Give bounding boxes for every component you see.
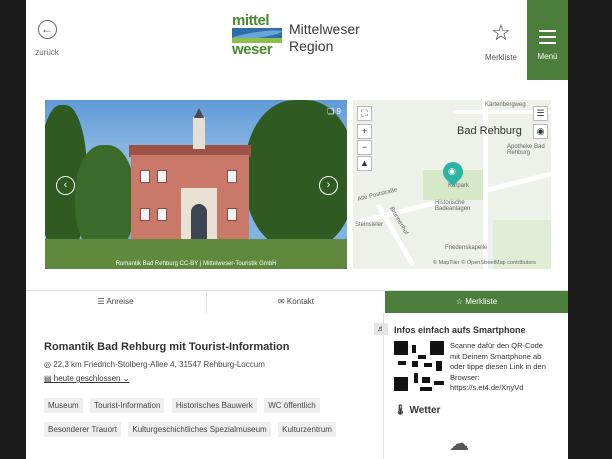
- tab-bar: ☰ Anreise ✉ Kontakt ☆ Merkliste: [26, 290, 568, 313]
- tab-merkliste[interactable]: ☆ Merkliste: [385, 291, 568, 313]
- qr-instructions: Scanne dafür den QR-Code mit Deinem Smar…: [450, 341, 546, 392]
- map[interactable]: ⛶ + − ▲ ☰ ◉ Bad Rehburg Alte Poststraße …: [353, 100, 551, 269]
- locate-button[interactable]: ◉: [533, 124, 548, 139]
- header: ← zurück mittel weser Mittelweser Region…: [26, 0, 568, 80]
- kiosk-screen: ← zurück mittel weser Mittelweser Region…: [26, 0, 568, 459]
- speaker-icon[interactable]: ♬: [374, 323, 388, 335]
- arrow-left-icon: ←: [37, 20, 57, 39]
- media-card: ‹ › ❏ 9 Romantik Bad Rehburg CC-BY | Mit…: [26, 80, 568, 290]
- tag: Tourist-Information: [90, 398, 165, 413]
- cloud-icon: ☁: [449, 433, 469, 455]
- photo-caption: Romantik Bad Rehburg CC-BY | Mittelweser…: [115, 261, 277, 267]
- zoom-out-button[interactable]: −: [357, 140, 372, 155]
- tag: Kulturzentrum: [278, 422, 336, 437]
- tab-kontakt[interactable]: ✉ Kontakt: [206, 291, 386, 313]
- logo: mittel weser: [232, 13, 282, 60]
- tag: Historisches Bauwerk: [171, 398, 257, 413]
- photo-slider[interactable]: ‹ › ❏ 9 Romantik Bad Rehburg CC-BY | Mit…: [45, 100, 347, 269]
- fullscreen-button[interactable]: ⛶: [357, 106, 372, 121]
- tag: Museum: [44, 398, 83, 413]
- tag: Besonderer Trauort: [44, 422, 121, 437]
- opening-hours-toggle[interactable]: ▤ heute geschlossen ⌄: [44, 374, 129, 383]
- smartphone-title: Infos einfach aufs Smartphone: [394, 325, 526, 335]
- detail-section: ♬ Romantik Bad Rehburg mit Tourist-Infor…: [26, 313, 568, 459]
- zoom-in-button[interactable]: +: [357, 124, 372, 139]
- back-button[interactable]: ← zurück: [32, 20, 62, 57]
- back-label: zurück: [35, 48, 59, 57]
- camera-icon: ◉: [448, 166, 456, 176]
- hamburger-icon: [539, 30, 556, 44]
- merkliste-button[interactable]: ☆ Merkliste: [481, 20, 521, 63]
- star-icon: ☆: [491, 20, 511, 45]
- slider-prev-button[interactable]: ‹: [56, 176, 75, 195]
- qr-code: [394, 341, 444, 391]
- divider: [383, 313, 384, 459]
- tag: Kulturgeschichtliches Spezialmuseum: [128, 422, 271, 437]
- tag: WC öffentlich: [264, 398, 320, 413]
- layers-button[interactable]: ☰: [533, 106, 548, 121]
- weather-title: 🌡 Wetter: [394, 405, 441, 416]
- brand-name: Mittelweser Region: [289, 21, 360, 54]
- tag-list: Museum Tourist-Information Historisches …: [44, 395, 374, 443]
- menu-button[interactable]: Menü: [527, 0, 568, 80]
- poi-address: ◎ 22,3 km Friedrich-Stolberg-Allee 4, 31…: [44, 360, 265, 369]
- slider-next-button[interactable]: ›: [319, 176, 338, 195]
- gallery-count: ❏ 9: [327, 107, 341, 116]
- map-attribution: © MapTiler © OpenStreetMap contributors: [433, 260, 536, 266]
- tab-anreise[interactable]: ☰ Anreise: [26, 291, 205, 313]
- compass-button[interactable]: ▲: [357, 156, 372, 171]
- poi-title: Romantik Bad Rehburg mit Tourist-Informa…: [44, 341, 290, 353]
